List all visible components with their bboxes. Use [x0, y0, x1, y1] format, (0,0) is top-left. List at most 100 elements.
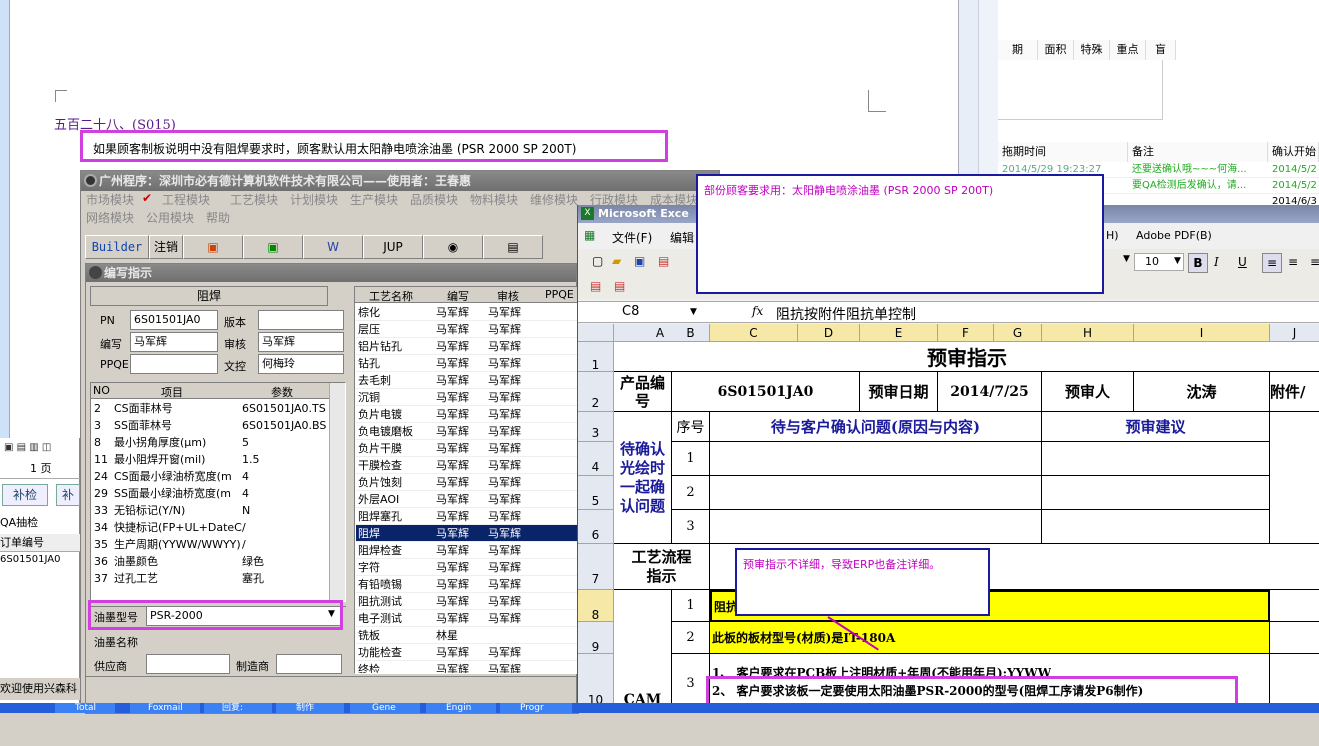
process-row[interactable]: 负片电镀 马军辉 马军辉: [356, 406, 577, 423]
confirm-label[interactable]: 待确认光绘时一起确认问题: [614, 412, 672, 544]
process-row[interactable]: 有铅喷锡 马军辉 马军辉: [356, 576, 577, 593]
param-scrollbar[interactable]: [329, 383, 345, 601]
align-right-icon[interactable]: ≡: [1310, 255, 1319, 269]
select-all[interactable]: [578, 324, 614, 342]
material-cell[interactable]: 此板的板材型号(材质)是IT-180A: [710, 622, 1270, 654]
bold-button[interactable]: B: [1188, 253, 1208, 273]
date-label[interactable]: 预审日期: [860, 372, 938, 412]
pdf-icon[interactable]: ▤: [658, 254, 669, 268]
issue-header[interactable]: 待与客户确认问题(原因与内容): [710, 412, 1042, 442]
pdf-convert-icon[interactable]: ▤: [590, 279, 601, 293]
pn-field[interactable]: 6S01501JA0: [130, 310, 218, 330]
menu-adobe[interactable]: Adobe PDF(B): [1136, 229, 1212, 242]
database-icon[interactable]: ▤: [483, 235, 543, 259]
task-foxmail[interactable]: Foxmail: [130, 703, 200, 713]
logout-button[interactable]: 注销: [149, 235, 183, 259]
col-B[interactable]: B: [672, 324, 710, 342]
param-row[interactable]: 29 SS面最小绿油桥宽度(m 4: [92, 485, 324, 502]
product-no-label[interactable]: 产品编号: [614, 372, 672, 412]
word-icon[interactable]: W: [303, 235, 363, 259]
process-row[interactable]: 沉铜 马军辉 马军辉: [356, 389, 577, 406]
view-icons[interactable]: ▣ ▤ ▥ ◫: [4, 442, 74, 456]
param-row[interactable]: 36 油墨颜色 绿色: [92, 553, 324, 570]
param-row[interactable]: 8 最小拐角厚度(μm) 5: [92, 434, 324, 451]
align-left-icon[interactable]: ≡: [1262, 253, 1282, 273]
issue-cell[interactable]: [710, 510, 1042, 544]
process-row[interactable]: 铝片钻孔 马军辉 马军辉: [356, 338, 577, 355]
name-box[interactable]: C8: [582, 304, 702, 322]
eye-icon[interactable]: ◉: [423, 235, 483, 259]
col-header[interactable]: 期: [998, 40, 1038, 60]
param-row[interactable]: 34 快捷标记(FP+UL+DateCo /: [92, 519, 324, 536]
proc-col-ppqe[interactable]: PPQE: [545, 288, 574, 301]
menu-market[interactable]: 市场模块: [86, 191, 134, 208]
row-1[interactable]: 1: [578, 342, 614, 372]
process-row[interactable]: 负片蚀刻 马军辉 马军辉: [356, 474, 577, 491]
task-progr[interactable]: Progr: [500, 703, 572, 713]
supplier-select[interactable]: [146, 654, 230, 674]
menu-plan[interactable]: 计划模块: [290, 191, 338, 208]
recheck-button[interactable]: 补检: [2, 484, 48, 506]
report-icon[interactable]: ▣: [183, 235, 243, 259]
author-field[interactable]: 马军辉: [130, 332, 218, 352]
col-F[interactable]: F: [938, 324, 994, 342]
task-make[interactable]: 制作: [276, 703, 344, 713]
excel-icon[interactable]: ▣: [243, 235, 303, 259]
param-row[interactable]: 11 最小阻焊开窗(mil) 1.5: [92, 451, 324, 468]
open-icon[interactable]: ▰: [612, 254, 621, 268]
process-label[interactable]: 工艺流程指示: [614, 544, 710, 590]
param-row[interactable]: 24 CS面最小绿油桥宽度(m 4: [92, 468, 324, 485]
chevron-down-icon[interactable]: ▼: [1174, 256, 1181, 266]
param-row[interactable]: 33 无铅标记(Y/N) N: [92, 502, 324, 519]
seq-cell[interactable]: 2: [672, 476, 710, 510]
col-header[interactable]: 盲: [1146, 40, 1176, 60]
process-row[interactable]: 终检 马军辉 马军辉: [356, 661, 577, 673]
version-field[interactable]: [258, 310, 344, 330]
seq-cell[interactable]: 3: [672, 510, 710, 544]
sheet-title[interactable]: 预审指示: [614, 342, 1319, 372]
col-I[interactable]: I: [1134, 324, 1270, 342]
col-header[interactable]: 确认开始: [1268, 142, 1319, 162]
process-row[interactable]: 字符 马军辉 马军辉: [356, 559, 577, 576]
task-engin[interactable]: Engin: [426, 703, 496, 713]
col-H[interactable]: H: [1042, 324, 1134, 342]
row-2[interactable]: 2: [578, 372, 614, 412]
align-center-icon[interactable]: ≡: [1288, 255, 1298, 269]
task-total[interactable]: Total: [55, 703, 115, 713]
reviewer[interactable]: 沈涛: [1134, 372, 1270, 412]
new-icon[interactable]: ▢: [592, 254, 603, 268]
task-reply[interactable]: 回复:: [204, 703, 272, 713]
reviewer-label[interactable]: 预审人: [1042, 372, 1134, 412]
process-row[interactable]: 功能检查 马军辉 马军辉: [356, 644, 577, 661]
menu-material[interactable]: 物料模块: [470, 191, 518, 208]
process-row[interactable]: 干膜检查 马军辉 马军辉: [356, 457, 577, 474]
advice-cell[interactable]: [1042, 476, 1270, 510]
param-row[interactable]: 3 SS面菲林号 6S01501JA0.BS: [92, 417, 326, 434]
param-col-item[interactable]: 项目: [161, 384, 183, 400]
chevron-down-icon[interactable]: ▼: [690, 307, 697, 317]
process-row[interactable]: 外层AOI 马军辉 马军辉: [356, 491, 577, 508]
menu-engineering[interactable]: 工程模块: [162, 191, 210, 208]
item-no[interactable]: 1: [672, 590, 710, 622]
process-row[interactable]: 层压 马军辉 马军辉: [356, 321, 577, 338]
cell[interactable]: [1270, 622, 1319, 654]
process-row[interactable]: 钻孔 马军辉 马军辉: [356, 355, 577, 372]
menu-repair[interactable]: 维修模块: [530, 191, 578, 208]
menu-production[interactable]: 生产模块: [350, 191, 398, 208]
seq-cell[interactable]: 1: [672, 442, 710, 476]
col-J[interactable]: J: [1270, 324, 1319, 342]
col-G[interactable]: G: [994, 324, 1042, 342]
process-row[interactable]: 阻抗测试 马军辉 马军辉: [356, 593, 577, 610]
save-icon[interactable]: ▣: [634, 254, 645, 268]
col-header[interactable]: 重点: [1110, 40, 1146, 60]
maker-select[interactable]: [276, 654, 342, 674]
issue-cell[interactable]: [710, 442, 1042, 476]
seq-label[interactable]: 序号: [672, 412, 710, 442]
row-4[interactable]: 4: [578, 442, 614, 476]
builder-button[interactable]: Builder: [85, 235, 149, 259]
menu-common[interactable]: 公用模块: [146, 209, 194, 226]
advice-header[interactable]: 预审建议: [1042, 412, 1270, 442]
attach-cell[interactable]: [1270, 412, 1319, 544]
menu-help-frag[interactable]: H): [1106, 229, 1119, 242]
process-row[interactable]: 负电镀磨板 马军辉 马军辉: [356, 423, 577, 440]
